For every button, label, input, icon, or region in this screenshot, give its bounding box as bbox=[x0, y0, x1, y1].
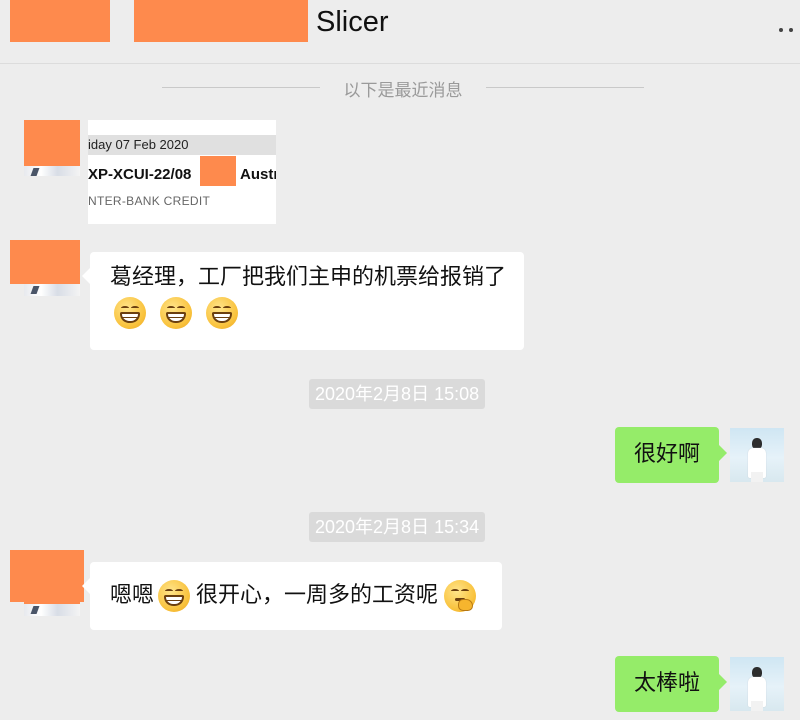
chat-header: Slicer bbox=[0, 0, 800, 64]
message-content: 嗯嗯 很开心，一周多的工资呢 bbox=[110, 580, 477, 612]
image-text-ref: XP-XCUI-22/08 bbox=[88, 166, 192, 183]
message-text-prefix: 嗯嗯 bbox=[110, 583, 155, 608]
image-text-date: iday 07 Feb 2020 bbox=[88, 135, 276, 155]
redacted-block bbox=[200, 156, 236, 186]
image-text-type: NTER-BANK CREDIT bbox=[88, 194, 211, 208]
redacted-block bbox=[10, 240, 24, 284]
emoji-row bbox=[114, 297, 252, 329]
image-text-ref-suffix: Austr bbox=[240, 166, 276, 183]
self-avatar[interactable] bbox=[730, 428, 784, 482]
image-message[interactable]: iday 07 Feb 2020 XP-XCUI-22/08 Austr NTE… bbox=[88, 120, 276, 224]
message-text: 很好啊 bbox=[633, 442, 700, 467]
message-bubble-outgoing[interactable]: 太棒啦 bbox=[615, 656, 727, 712]
message-timestamp: 2020年2月8日 15:08 bbox=[309, 379, 486, 409]
message-timestamp: 2020年2月8日 15:34 bbox=[309, 512, 486, 542]
grin-emoji-icon bbox=[158, 580, 191, 612]
recent-messages-divider: 以下是最近消息 bbox=[343, 81, 463, 101]
chat-title: Slicer bbox=[316, 6, 389, 38]
ellipsis-icon bbox=[779, 28, 783, 32]
grin-emoji-icon bbox=[114, 297, 146, 329]
ellipsis-icon bbox=[789, 28, 793, 32]
message-bubble-outgoing[interactable]: 很好啊 bbox=[615, 427, 727, 483]
more-options-button[interactable] bbox=[772, 18, 800, 42]
hmm-emoji-icon bbox=[444, 580, 477, 612]
self-avatar[interactable] bbox=[730, 657, 784, 711]
contact-avatar[interactable] bbox=[24, 240, 80, 296]
divider-line bbox=[162, 87, 320, 88]
contact-avatar[interactable] bbox=[24, 120, 80, 176]
message-text: 太棒啦 bbox=[633, 671, 700, 696]
message-text: 很开心，一周多的工资呢 bbox=[196, 583, 439, 608]
redacted-block bbox=[134, 0, 308, 42]
message-bubble-incoming[interactable]: 嗯嗯 很开心，一周多的工资呢 bbox=[82, 562, 502, 630]
redacted-block bbox=[10, 0, 110, 42]
divider-line bbox=[486, 87, 644, 88]
message-bubble-incoming[interactable]: 葛经理，工厂把我们主申的机票给报销了 bbox=[82, 252, 524, 350]
redacted-block bbox=[10, 550, 84, 602]
message-text: 葛经理，工厂把我们主申的机票给报销了 bbox=[110, 265, 507, 290]
grin-emoji-icon bbox=[206, 297, 238, 329]
grin-emoji-icon bbox=[160, 297, 192, 329]
